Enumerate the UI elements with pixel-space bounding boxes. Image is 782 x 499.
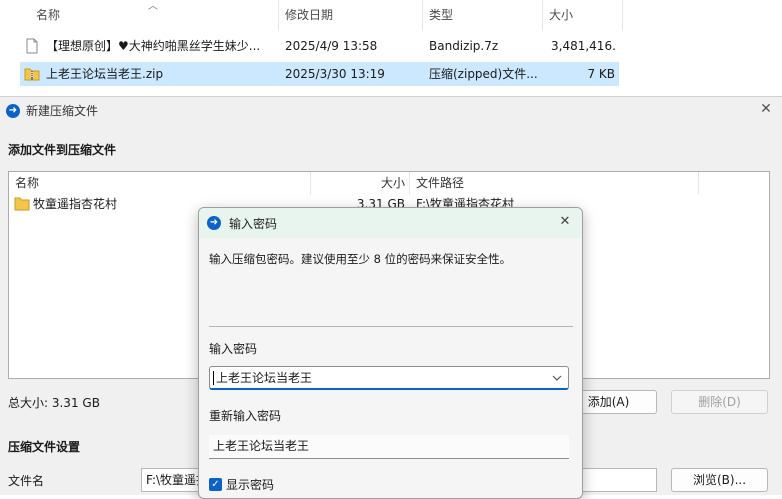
show-password-label[interactable]: 显示密码: [226, 476, 274, 493]
reenter-password-label: 重新输入密码: [209, 409, 282, 423]
file-date: 2025/3/30 13:19: [285, 67, 385, 81]
sort-ascending-icon: ︿: [148, 1, 158, 12]
archive-settings-section-title: 压缩文件设置: [8, 440, 81, 454]
column-divider[interactable]: [698, 172, 699, 194]
dialog-titlebar: ➜ 输入密码 ✕: [199, 208, 582, 238]
reenter-password-input[interactable]: 上老王论坛当老王: [209, 435, 569, 459]
add-files-section-title: 添加文件到压缩文件: [8, 143, 117, 157]
file-name: 【理想原创】♥大神约啪黑丝学生妹少...: [46, 39, 261, 53]
explorer-file-list: 名称 ︿ 修改日期 类型 大小 【理想原创】♥大神约啪黑丝学生妹少... 202…: [0, 0, 782, 96]
reenter-password-value: 上老王论坛当老王: [213, 439, 310, 453]
column-type-label: 类型: [429, 8, 454, 22]
column-size-label: 大小: [549, 8, 574, 22]
password-input[interactable]: 上老王论坛当老王: [209, 366, 569, 390]
entry-name: 牧童遥指杏花村: [33, 197, 118, 211]
bandizip-logo-icon: ➜: [6, 104, 20, 118]
separator: [209, 326, 573, 327]
column-header-modified[interactable]: 修改日期: [279, 0, 423, 30]
folder-icon: [14, 197, 30, 211]
document-file-icon: [26, 38, 38, 54]
window-close-icon[interactable]: ✕: [756, 99, 776, 119]
dialog-title: 输入密码: [229, 217, 278, 231]
column-divider[interactable]: [409, 172, 410, 194]
password-value: 上老王论坛当老王: [216, 371, 313, 385]
list-header-name[interactable]: 名称: [15, 172, 39, 194]
file-date: 2025/4/9 13:58: [285, 39, 378, 53]
column-divider[interactable]: [622, 0, 623, 30]
column-header-size[interactable]: 大小: [543, 0, 623, 30]
dialog-close-icon[interactable]: ✕: [555, 212, 575, 232]
list-header-size[interactable]: 大小: [311, 172, 405, 194]
column-modified-label: 修改日期: [285, 8, 334, 22]
file-row[interactable]: 【理想原创】♥大神约啪黑丝学生妹少... 2025/4/9 13:58 Band…: [20, 34, 619, 58]
browse-button[interactable]: 浏览(B)...: [671, 468, 768, 492]
show-password-checkbox[interactable]: ✓: [209, 478, 222, 491]
filename-label: 文件名: [8, 474, 45, 488]
file-row-selected[interactable]: 上老王论坛当老王.zip 2025/3/30 13:19 压缩(zipped)文…: [20, 62, 619, 86]
list-header-path[interactable]: 文件路径: [416, 172, 464, 194]
file-name: 上老王论坛当老王.zip: [46, 67, 164, 81]
file-type: 压缩(zipped)文件...: [429, 67, 538, 81]
zip-folder-icon: [24, 68, 40, 81]
column-name-label: 名称: [36, 8, 61, 22]
window-title: 新建压缩文件: [26, 104, 99, 118]
file-size: 7 KB: [587, 67, 615, 81]
file-size: 3,481,416...: [551, 39, 617, 53]
text-caret: [213, 371, 214, 385]
dialog-description: 输入压缩包密码。建议使用至少 8 位的密码来保证安全性。: [209, 252, 512, 266]
password-label: 输入密码: [209, 342, 258, 356]
column-header-type[interactable]: 类型: [423, 0, 543, 30]
password-dialog: ➜ 输入密码 ✕ 输入压缩包密码。建议使用至少 8 位的密码来保证安全性。 输入…: [198, 207, 583, 499]
chevron-down-icon[interactable]: [552, 374, 562, 382]
bandizip-logo-icon: ➜: [207, 216, 221, 230]
file-type: Bandizip.7z: [429, 39, 499, 53]
total-size-label: 总大小: 3.31 GB: [8, 396, 100, 410]
delete-button[interactable]: 删除(D): [671, 390, 768, 414]
